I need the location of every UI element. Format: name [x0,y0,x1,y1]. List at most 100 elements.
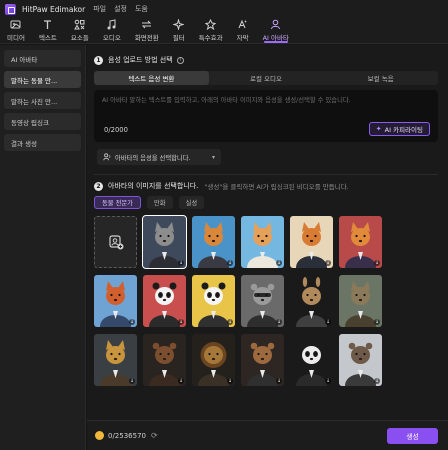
menu-file[interactable]: 파일 [93,4,106,14]
avatar-card-ginger-cat-shirt[interactable]: ↓ [241,216,284,268]
download-icon[interactable]: ↓ [276,378,282,384]
section-1-header: 1 음성 업로드 방법 선택 i [94,55,184,65]
download-icon[interactable]: ↓ [227,319,233,325]
download-icon[interactable]: ↓ [178,260,184,266]
download-icon[interactable]: ↓ [129,319,135,325]
audio-icon [107,18,116,29]
download-icon[interactable]: ↓ [325,378,331,384]
download-icon[interactable]: ↓ [325,319,331,325]
toolbar-tab-label: 화면전환 [134,33,159,42]
download-icon[interactable]: ↓ [227,378,233,384]
voice-method-tabs: 텍스트 음성 변환 로컬 오디오 보컬 녹음 [94,71,438,85]
sidebar-item-ai-avatar[interactable]: AI 아바타 [4,50,81,67]
chip-animal-expert[interactable]: 동물 전문가 [94,196,141,209]
avatar-card-fox-red-bg[interactable]: ↓ [339,216,382,268]
sidebar-item-talking-photo[interactable]: 말하는 사진 만... [4,92,81,109]
chevron-down-icon: ▾ [211,153,215,161]
footer-bar: 0/2536570 ⟳ 생성 [87,420,448,450]
download-icon[interactable]: ↓ [325,260,331,266]
avatar-card-panda-red[interactable]: ↓ [143,275,186,327]
avatar-card-dog-suit[interactable]: ↓ [241,334,284,386]
toolbar-tab-media[interactable]: 미디어 [0,17,32,43]
avatar-card-cat-vintage[interactable]: ↓ [339,275,382,327]
main-toolbar: 미디어 텍스트 요소들 오디오 화면전환 필터 특수효과 자막 AI 아바타 [0,18,448,44]
download-icon[interactable]: ↓ [227,260,233,266]
character-counter: 0/2000 [104,126,128,134]
info-icon[interactable]: i [176,56,184,64]
section-2-title: 아바타의 이미지를 선택합니다. [108,182,199,190]
download-icon[interactable]: ↓ [374,260,380,266]
toolbar-tab-text[interactable]: 텍스트 [32,17,64,43]
toolbar-tab-label: 미디어 [7,33,25,42]
section-1-title: 음성 업로드 방법 선택 [108,56,173,64]
download-icon[interactable]: ↓ [129,378,135,384]
ai-copywriting-label: AI 카피라이팅 [384,126,423,134]
toolbar-tab-filter[interactable]: 필터 [166,17,192,43]
toolbar-tab-ai-avatar[interactable]: AI 아바타 [256,17,296,43]
transition-icon [142,20,152,28]
chip-realistic[interactable]: 실성 [178,196,205,209]
voice-select-label: 아바타의 음성을 선택합니다. [115,154,191,162]
download-icon[interactable]: ↓ [374,378,380,384]
sidebar-item-talking-animal[interactable]: 말하는 동물 만... [4,71,81,88]
refresh-icon[interactable]: ⟳ [151,431,158,440]
tab-text-to-speech[interactable]: 텍스트 음성 변환 [94,71,209,85]
generate-button[interactable]: 생성 [387,428,438,444]
credits-counter: 0/2536570 [108,431,146,440]
toolbar-tab-transition[interactable]: 화면전환 [128,17,166,43]
toolbar-tab-label: 오디오 [102,33,121,42]
toolbar-tab-elements[interactable]: 요소들 [64,17,96,43]
app-logo-icon [5,3,16,15]
toolbar-tab-subtitle[interactable]: 자막 [230,17,256,43]
avatar-card-bear-brown[interactable]: ↓ [143,334,186,386]
avatar-card-lion-mane[interactable]: ↓ [192,334,235,386]
avatar-card-panda-dark[interactable]: ↓ [290,334,333,386]
download-icon[interactable]: ↓ [178,378,184,384]
textarea-placeholder: AI 아바타 말하는 텍스트를 입력하고, 아래의 아바타 이미지와 음성을 생… [102,97,351,104]
menu-settings[interactable]: 설정 [114,4,127,14]
sidebar: AI 아바타말하는 동물 만... 말하는 사진 만... 동영상 립싱크결과 생성 [0,45,86,450]
app-title: HitPaw Edimakor [22,4,86,14]
sidebar-item-video-lipsync[interactable]: 동영상 립싱크 [4,113,81,130]
toolbar-tab-effects[interactable]: 특수효과 [192,17,230,43]
download-icon[interactable]: ↓ [276,260,282,266]
toolbar-tab-label: 필터 [172,33,185,42]
toolbar-tab-label: 자막 [236,33,249,42]
subtitle-icon [238,19,248,28]
avatar-card-fox-suit[interactable]: ↓ [290,216,333,268]
chip-cartoon[interactable]: 만화 [146,196,173,209]
section-2-hint: "생성"을 클릭하면 AI가 립싱크된 비디오를 만듭니다. [204,183,349,191]
avatar-card-orange-cat-suit[interactable]: ↓ [192,216,235,268]
avatar-category-chips: 동물 전문가 만화 실성 [94,196,210,209]
avatar-card-otter-gray[interactable]: ↓ [339,334,382,386]
sidebar-item-results[interactable]: 결과 생성 [4,134,81,151]
avatar-card-raccoon-gray[interactable]: ↓ [241,275,284,327]
download-icon[interactable]: ↓ [178,319,184,325]
tab-local-audio[interactable]: 로컬 오디오 [209,71,324,85]
avatar-card-kangaroo-suit[interactable]: ↓ [290,275,333,327]
script-textarea[interactable]: AI 아바타 말하는 텍스트를 입력하고, 아래의 아바타 이미지와 음성을 생… [94,90,438,142]
sparkle-icon: ✦ [375,125,382,133]
download-icon[interactable]: ↓ [374,319,380,325]
toolbar-tab-label: 요소들 [70,33,89,42]
ai-avatar-icon [271,19,281,29]
tab-vocal-recording[interactable]: 보컬 녹음 [323,71,438,85]
avatar-card-leopard-jacket[interactable]: ↓ [94,334,137,386]
avatar-card-panda-yellow[interactable]: ↓ [192,275,235,327]
section-2-header: 2 아바타의 이미지를 선택합니다. "생성"을 클릭하면 AI가 립싱크된 비… [94,181,349,191]
toolbar-tab-audio[interactable]: 오디오 [96,17,128,43]
main-panel: 1 음성 업로드 방법 선택 i 텍스트 음성 변환 로컬 오디오 보컬 녹음 … [87,45,448,420]
effects-icon [205,18,217,30]
section-divider [94,174,438,175]
avatar-card-red-fox-blazer[interactable]: ↓ [94,275,137,327]
filter-icon [173,18,185,30]
ai-copywriting-button[interactable]: ✦ AI 카피라이팅 [368,122,430,136]
download-icon[interactable]: ↓ [276,319,282,325]
upload-avatar-button[interactable] [94,216,137,268]
elements-icon [74,19,85,29]
avatar-card-gray-cat-suit[interactable]: ↓ [142,215,187,269]
media-icon [10,20,21,28]
voice-select-dropdown[interactable]: 아바타의 음성을 선택합니다. ▾ [97,149,221,165]
toolbar-tab-label: 특수효과 [198,33,223,42]
menu-help[interactable]: 도움 [135,4,148,14]
